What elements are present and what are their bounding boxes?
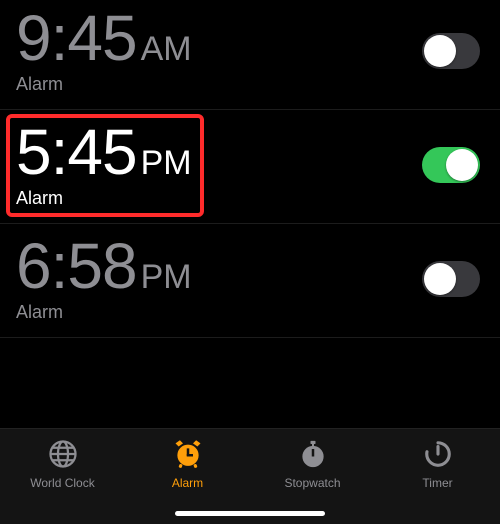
- alarm-time: 6:58: [16, 234, 137, 298]
- tab-alarm[interactable]: Alarm: [125, 439, 250, 490]
- alarm-label: Alarm: [16, 302, 192, 323]
- toggle-knob: [424, 35, 456, 67]
- alarm-time: 9:45: [16, 6, 137, 70]
- alarm-time: 5:45: [16, 120, 137, 184]
- tab-bar: World Clock Alarm Stopwatch: [0, 428, 500, 524]
- alarm-label: Alarm: [16, 74, 192, 95]
- toggle-knob: [446, 149, 478, 181]
- tab-label: Stopwatch: [284, 476, 340, 490]
- tab-world-clock[interactable]: World Clock: [0, 439, 125, 490]
- tab-timer[interactable]: Timer: [375, 439, 500, 490]
- alarm-info: 6:58 PM Alarm: [16, 234, 192, 323]
- stopwatch-icon: [298, 439, 328, 472]
- alarm-ampm: PM: [141, 260, 192, 294]
- alarm-label: Alarm: [16, 188, 192, 209]
- tab-label: World Clock: [30, 476, 94, 490]
- alarm-row[interactable]: 6:58 PM Alarm: [0, 224, 500, 338]
- alarm-row[interactable]: 9:45 AM Alarm: [0, 0, 500, 110]
- alarm-info: 5:45 PM Alarm: [16, 120, 192, 209]
- globe-icon: [48, 439, 78, 472]
- tab-label: Timer: [422, 476, 452, 490]
- timer-icon: [423, 439, 453, 472]
- alarm-info: 9:45 AM Alarm: [16, 6, 192, 95]
- home-indicator[interactable]: [175, 511, 325, 516]
- alarm-clock-icon: [173, 439, 203, 472]
- alarm-toggle[interactable]: [422, 261, 480, 297]
- alarm-list: 9:45 AM Alarm 5:45 PM Alarm: [0, 0, 500, 338]
- alarm-toggle[interactable]: [422, 147, 480, 183]
- toggle-knob: [424, 263, 456, 295]
- alarm-row[interactable]: 5:45 PM Alarm: [0, 110, 500, 224]
- tab-label: Alarm: [172, 476, 203, 490]
- alarm-ampm: AM: [141, 32, 192, 66]
- alarm-toggle[interactable]: [422, 33, 480, 69]
- alarm-ampm: PM: [141, 146, 192, 180]
- tab-stopwatch[interactable]: Stopwatch: [250, 439, 375, 490]
